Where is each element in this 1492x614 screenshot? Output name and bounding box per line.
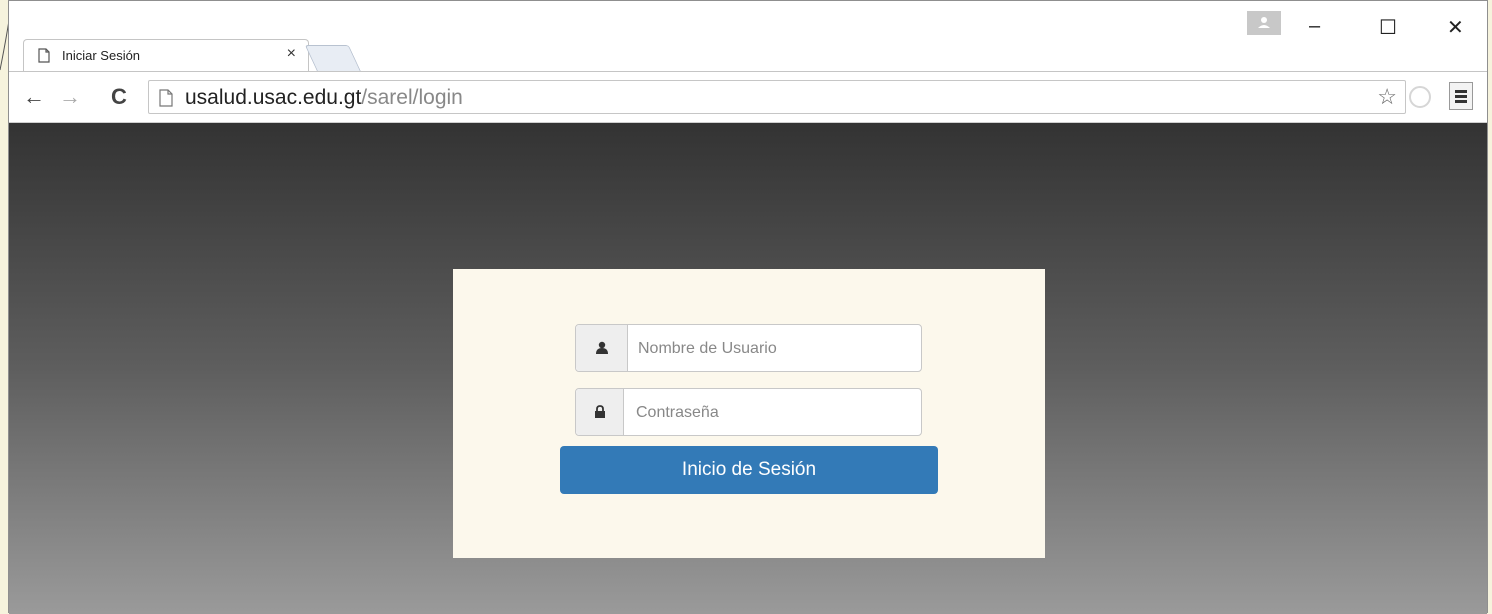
login-card: Inicio de Sesión [453,269,1045,558]
browser-toolbar: ← → C usalud.usac.edu.gt/sarel/login ☆ [9,71,1487,123]
back-button[interactable]: ← [23,84,45,110]
lock-icon [576,389,624,435]
title-bar: Iniciar Sesión × – ☐ ✕ [9,1,1487,73]
login-button[interactable]: Inicio de Sesión [560,446,938,494]
cast-icon[interactable] [1409,86,1431,108]
minimize-button[interactable]: – [1309,15,1320,38]
url-text: usalud.usac.edu.gt/sarel/login [185,86,463,110]
username-field [575,324,922,373]
tab-iniciar-sesion[interactable]: Iniciar Sesión × [23,39,309,71]
tab-title: Iniciar Sesión [62,48,141,63]
document-icon [38,48,50,63]
password-input[interactable] [634,389,908,437]
url-path: /sarel/login [361,86,463,109]
page-content: Inicio de Sesión [9,123,1487,614]
forward-button[interactable]: → [59,84,81,110]
new-tab-button[interactable] [304,45,362,72]
browser-window: Iniciar Sesión × – ☐ ✕ ← → C usalud.usac… [8,0,1488,614]
reload-button[interactable]: C [111,84,127,110]
bookmark-star-icon[interactable]: ☆ [1377,84,1397,110]
user-icon [576,325,628,371]
profile-avatar-icon[interactable] [1247,11,1281,35]
menu-icon[interactable] [1449,82,1473,110]
close-window-button[interactable]: ✕ [1447,15,1464,40]
address-bar[interactable]: usalud.usac.edu.gt/sarel/login ☆ [148,80,1406,114]
password-field [575,388,922,437]
tab-close-icon[interactable]: × [287,45,296,63]
maximize-button[interactable]: ☐ [1379,15,1397,40]
username-input[interactable] [636,325,910,373]
page-icon [159,89,173,107]
url-host: usalud.usac.edu.gt [185,86,362,109]
